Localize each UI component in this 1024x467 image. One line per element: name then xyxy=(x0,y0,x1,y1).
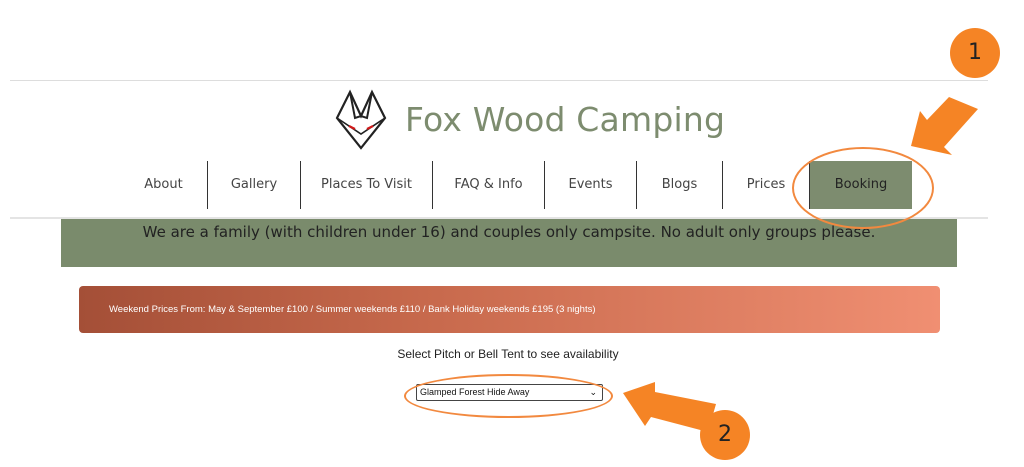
callout-badge-2: 2 xyxy=(700,410,750,460)
callout-badge-1: 1 xyxy=(950,28,1000,78)
annotation-arrows xyxy=(623,97,978,432)
arrow-1-icon xyxy=(911,97,978,155)
